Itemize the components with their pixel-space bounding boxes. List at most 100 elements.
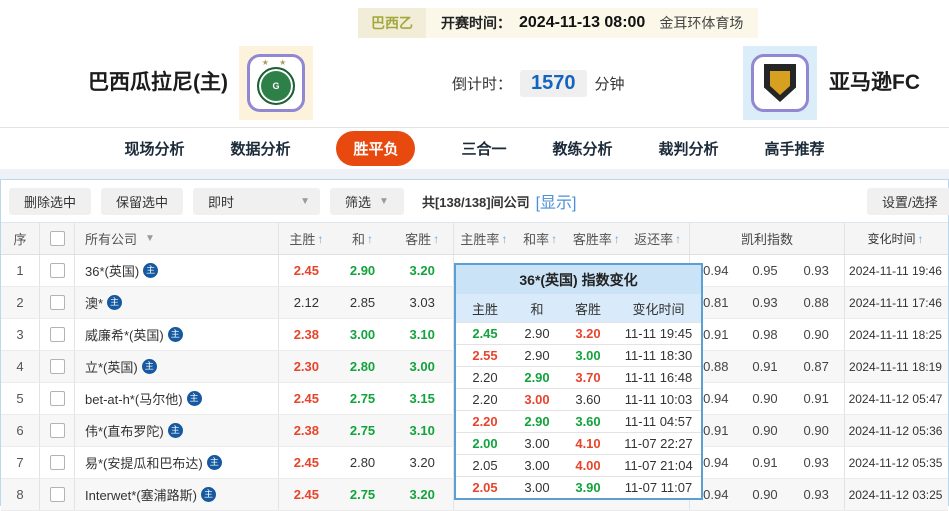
company-cell[interactable]: 易*(安提瓜和巴布达) 主 xyxy=(74,447,278,478)
row-checkbox[interactable] xyxy=(49,455,65,470)
popup-home-odds: 2.20 xyxy=(472,414,498,429)
kelly-value: 0.95 xyxy=(752,263,778,278)
home-crest-stars: ★ ★ xyxy=(261,58,291,67)
header-company[interactable]: 所有公司 ▼ xyxy=(74,223,278,254)
odds-group: 2.45 2.80 3.20 xyxy=(278,447,453,478)
popup-header-home: 主胜 xyxy=(471,302,498,317)
draw-odds: 2.75 xyxy=(349,423,376,438)
company-cell[interactable]: bet-at-h*(马尔他) 主 xyxy=(74,383,278,414)
kelly-value: 0.90 xyxy=(752,423,778,438)
away-odds: 3.20 xyxy=(409,487,435,502)
header-draw-rate[interactable]: 和率 ↑ xyxy=(514,229,567,248)
home-mark-icon: 主 xyxy=(206,455,222,470)
sort-asc-icon: ↑ xyxy=(613,231,620,246)
popup-home-odds: 2.20 xyxy=(472,392,498,407)
chevron-down-icon: ▼ xyxy=(145,233,155,244)
kelly-value: 0.91 xyxy=(752,359,778,374)
popup-row: 2.45 2.90 3.20 11-11 19:45 xyxy=(456,322,701,344)
draw-odds: 2.80 xyxy=(349,359,376,374)
header-change-time-label: 变化时间 xyxy=(867,232,916,246)
countdown: 倒计时： 1570 分钟 xyxy=(452,70,625,97)
company-cell[interactable]: 澳* 主 xyxy=(74,287,278,318)
company-name: 易*(安提瓜和巴布达) xyxy=(85,456,203,471)
toolbar: 删除选中 保留选中 即时 ▼ 筛选 ▼ 共[138/138]间公司 [显示] 设… xyxy=(1,180,949,222)
draw-odds: 2.75 xyxy=(349,391,376,406)
header-away-label: 客胜 xyxy=(405,232,432,247)
kelly-value: 0.90 xyxy=(803,423,829,438)
popup-row: 2.55 2.90 3.00 11-11 18:30 xyxy=(456,344,701,366)
delete-selected-button[interactable]: 删除选中 xyxy=(9,187,92,215)
kickoff-time: 2024-11-13 08:00 xyxy=(519,14,646,31)
select-all-checkbox[interactable] xyxy=(49,231,65,246)
show-link[interactable]: [显示] xyxy=(536,189,577,213)
settings-button[interactable]: 设置/选择 xyxy=(867,188,949,215)
header-draw-label: 和 xyxy=(352,232,366,247)
row-checkbox[interactable] xyxy=(49,423,65,438)
popup-change-time: 11-07 22:27 xyxy=(624,436,693,451)
header-away-odds[interactable]: 客胜 ↑ xyxy=(391,229,453,248)
header-rates-group: 主胜率 ↑ 和率 ↑ 客胜率 ↑ 返还率 ↑ xyxy=(453,223,689,254)
tab-expert[interactable]: 高手推荐 xyxy=(765,138,825,159)
header-draw-odds[interactable]: 和 ↑ xyxy=(334,229,392,248)
away-odds: 3.00 xyxy=(409,359,435,374)
row-checkbox[interactable] xyxy=(49,263,65,278)
instant-dropdown[interactable]: 即时 ▼ xyxy=(193,187,321,215)
row-seq: 5 xyxy=(16,391,24,406)
popup-change-time: 11-11 04:57 xyxy=(624,414,693,429)
row-checkbox[interactable] xyxy=(49,359,65,374)
header-change-time[interactable]: 变化时间 ↑ xyxy=(844,223,946,254)
row-seq: 8 xyxy=(16,487,24,502)
popup-row: 2.05 3.00 3.90 11-07 11:07 xyxy=(456,476,701,498)
row-checkbox[interactable] xyxy=(49,391,65,406)
change-time: 2024-11-11 18:25 xyxy=(844,319,946,350)
sort-asc-icon: ↑ xyxy=(501,231,508,246)
row-seq: 2 xyxy=(16,295,24,310)
header-draw-rate-label: 和率 xyxy=(523,232,550,247)
company-cell[interactable]: Interwet*(塞浦路斯) 主 xyxy=(74,479,278,510)
row-checkbox[interactable] xyxy=(49,487,65,502)
header-home-rate[interactable]: 主胜率 ↑ xyxy=(454,229,514,248)
company-name: 威廉希*(英国) xyxy=(85,328,164,343)
home-mark-icon: 主 xyxy=(186,391,202,406)
tab-wdl[interactable]: 胜平负 xyxy=(336,131,416,166)
home-odds: 2.38 xyxy=(293,423,319,438)
kelly-value: 0.87 xyxy=(803,359,829,374)
popup-draw-odds: 3.00 xyxy=(524,458,550,473)
tab-coach[interactable]: 教练分析 xyxy=(553,138,613,159)
tab-data[interactable]: 数据分析 xyxy=(230,138,290,159)
filter-dropdown-label: 筛选 xyxy=(345,194,372,210)
tab-three-in-one[interactable]: 三合一 xyxy=(461,138,506,159)
header-return-rate[interactable]: 返还率 ↑ xyxy=(626,229,689,248)
row-checkbox[interactable] xyxy=(49,327,65,342)
popup-away-odds: 3.60 xyxy=(575,414,601,429)
league-badge: 巴西乙 xyxy=(358,8,426,38)
company-cell[interactable]: 伟*(直布罗陀) 主 xyxy=(74,415,278,446)
away-team-name: 亚马逊FC xyxy=(829,71,920,94)
filter-dropdown[interactable]: 筛选 ▼ xyxy=(330,187,404,215)
row-checkbox-cell xyxy=(39,415,74,446)
company-cell[interactable]: 36*(英国) 主 xyxy=(74,255,278,286)
popup-row: 2.05 3.00 4.00 11-07 21:04 xyxy=(456,454,701,476)
home-team-crest: ★ ★ G xyxy=(239,46,313,120)
popup-header-row: 主胜 和 客胜 变化时间 xyxy=(456,294,701,322)
row-checkbox[interactable] xyxy=(49,295,65,310)
kelly-value: 0.93 xyxy=(803,487,829,502)
away-odds: 3.15 xyxy=(409,391,435,406)
kelly-group: 0.91 0.98 0.90 xyxy=(689,319,844,350)
home-mark-icon: 主 xyxy=(143,263,159,278)
row-seq: 7 xyxy=(16,455,24,470)
row-checkbox-cell xyxy=(39,351,74,382)
instant-dropdown-label: 即时 xyxy=(208,194,235,210)
header-home-odds[interactable]: 主胜 ↑ xyxy=(279,229,334,248)
home-mark-icon: 主 xyxy=(167,423,183,438)
tab-live[interactable]: 现场分析 xyxy=(124,138,184,159)
header-away-rate[interactable]: 客胜率 ↑ xyxy=(567,229,627,248)
home-odds: 2.45 xyxy=(293,487,319,502)
company-cell[interactable]: 威廉希*(英国) 主 xyxy=(74,319,278,350)
keep-selected-button[interactable]: 保留选中 xyxy=(101,187,184,215)
sort-asc-icon: ↑ xyxy=(433,231,440,246)
match-header: 巴西乙 开赛时间： 2024-11-13 08:00 金耳环体育场 巴西瓜拉尼(… xyxy=(0,0,949,128)
home-mark-icon: 主 xyxy=(107,295,123,310)
tab-referee[interactable]: 裁判分析 xyxy=(659,138,719,159)
company-cell[interactable]: 立*(英国) 主 xyxy=(74,351,278,382)
